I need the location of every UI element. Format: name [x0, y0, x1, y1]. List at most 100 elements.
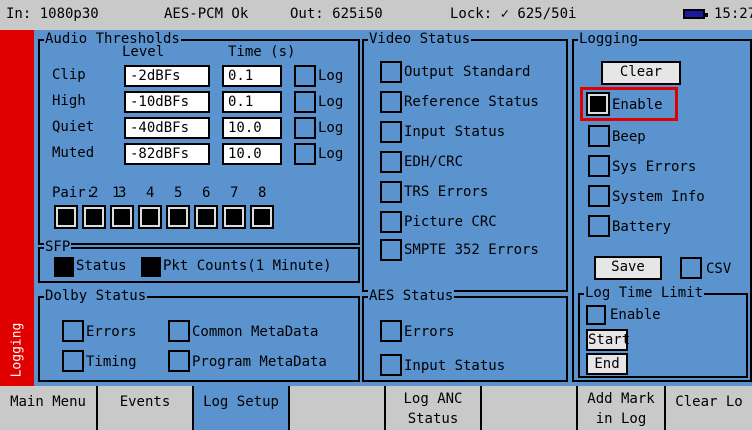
save-button[interactable]: Save — [594, 256, 662, 280]
video-status-group: Video Status Output Standard Reference St… — [362, 31, 568, 292]
softkey[interactable]: Log ANC Status — [386, 386, 482, 430]
start-button[interactable]: Start — [586, 329, 630, 351]
threshold-level-input[interactable]: -82dBFs — [124, 143, 210, 165]
pair-checkbox[interactable] — [138, 205, 162, 229]
threshold-label: Muted — [52, 145, 95, 161]
pair-checkbox[interactable] — [82, 205, 106, 229]
logging-enable-checkbox[interactable] — [586, 92, 610, 116]
aes-errors-checkbox[interactable] — [380, 320, 402, 342]
logging-sys-errors-checkbox[interactable] — [588, 155, 610, 177]
softkey[interactable] — [482, 386, 578, 430]
softkey[interactable]: Add Mark in Log — [578, 386, 666, 430]
softkey-bar: Main Menu Events Log Setup Log ANC Status Ad… — [0, 386, 752, 430]
pair-number: 7 — [230, 185, 239, 201]
softkey[interactable]: Events — [98, 386, 194, 430]
video-status-checkbox[interactable] — [380, 121, 402, 143]
logging-battery-checkbox[interactable] — [588, 215, 610, 237]
video-status-checkbox[interactable] — [380, 91, 402, 113]
pair-checkbox[interactable] — [110, 205, 134, 229]
time-header: Time (s) — [228, 44, 296, 60]
status-bar: In: 1080p30 AES-PCM Ok Out: 625i50 Lock:… — [0, 0, 752, 31]
log-time-limit-title: Log Time Limit — [584, 285, 705, 301]
logging-battery-label: Battery — [612, 219, 672, 235]
side-tab-label: Logging — [9, 322, 25, 378]
threshold-label: Quiet — [52, 119, 95, 135]
dolby-errors-checkbox[interactable] — [62, 320, 84, 342]
battery-icon — [683, 9, 708, 19]
clear-button[interactable]: Clear — [601, 61, 681, 85]
audio-status: AES-PCM Ok — [164, 6, 249, 22]
threshold-level-input[interactable]: -2dBFs — [124, 65, 210, 87]
threshold-log-label: Log — [318, 94, 344, 110]
dolby-timing-checkbox[interactable] — [62, 350, 84, 372]
softkey[interactable]: Main Menu — [0, 386, 98, 430]
threshold-label: High — [52, 93, 86, 109]
threshold-level-input[interactable]: -10dBFs — [124, 91, 210, 113]
softkey[interactable]: Log Setup — [194, 386, 290, 430]
dolby-program-metadata-checkbox[interactable] — [168, 350, 190, 372]
input-format: In: 1080p30 — [6, 6, 99, 22]
logging-group: Logging Clear Enable Beep Sys Errors Sys… — [572, 31, 752, 382]
main-panel: Audio Thresholds Level Time (s) Clip -2dB… — [34, 30, 752, 386]
video-status-checkbox[interactable] — [380, 211, 402, 233]
dolby-status-group: Dolby Status Errors Common MetaData Timi… — [38, 288, 360, 382]
threshold-log-checkbox[interactable] — [294, 117, 316, 139]
video-status-checkbox[interactable] — [380, 61, 402, 83]
csv-label: CSV — [706, 261, 732, 277]
video-status-checkbox[interactable] — [380, 151, 402, 173]
logging-system-info-checkbox[interactable] — [588, 185, 610, 207]
sfp-status-checkbox[interactable] — [54, 257, 74, 277]
aes-input-status-checkbox[interactable] — [380, 354, 402, 376]
threshold-log-label: Log — [318, 120, 344, 136]
dolby-common-metadata-label: Common MetaData — [192, 324, 319, 340]
softkey[interactable]: Clear Lo — [666, 386, 752, 430]
threshold-log-checkbox[interactable] — [294, 143, 316, 165]
threshold-log-checkbox[interactable] — [294, 65, 316, 87]
aes-status-title: AES Status — [368, 288, 455, 304]
threshold-log-checkbox[interactable] — [294, 91, 316, 113]
pair-number: 4 — [146, 185, 155, 201]
pair-checkbox[interactable] — [194, 205, 218, 229]
pair-checkbox[interactable] — [54, 205, 78, 229]
logging-beep-label: Beep — [612, 129, 646, 145]
dolby-program-metadata-label: Program MetaData — [192, 354, 327, 370]
video-status-label: Reference Status — [404, 94, 539, 110]
threshold-time-input[interactable]: 10.0 — [222, 143, 282, 165]
log-time-limit-group: Log Time Limit Enable Start End — [578, 285, 748, 378]
log-time-limit-enable-checkbox[interactable] — [586, 305, 606, 325]
pair-checkbox[interactable] — [222, 205, 246, 229]
aes-errors-label: Errors — [404, 324, 455, 340]
video-status-checkbox[interactable] — [380, 239, 402, 261]
aes-status-group: AES Status Errors Input Status — [362, 288, 568, 382]
pair-number: 6 — [202, 185, 211, 201]
threshold-level-input[interactable]: -40dBFs — [124, 117, 210, 139]
sfp-pkt-checkbox[interactable] — [141, 257, 161, 277]
log-time-limit-enable-label: Enable — [610, 307, 661, 323]
clock: 15:27 — [714, 6, 752, 22]
logging-title: Logging — [578, 31, 640, 47]
end-button[interactable]: End — [586, 353, 628, 375]
logging-sys-errors-label: Sys Errors — [612, 159, 697, 175]
video-status-checkbox[interactable] — [380, 181, 402, 203]
threshold-time-input[interactable]: 0.1 — [222, 91, 282, 113]
video-status-label: Output Standard — [404, 64, 531, 80]
side-tab[interactable]: Logging — [0, 30, 34, 386]
dolby-status-title: Dolby Status — [44, 288, 148, 304]
video-status-label: Picture CRC — [404, 214, 497, 230]
softkey[interactable] — [290, 386, 386, 430]
pair-checkbox[interactable] — [250, 205, 274, 229]
video-status-label: EDH/CRC — [404, 154, 464, 170]
logging-enable-label: Enable — [612, 97, 663, 113]
logging-beep-checkbox[interactable] — [588, 125, 610, 147]
csv-checkbox[interactable] — [680, 257, 702, 279]
video-status-label: SMPTE 352 Errors — [404, 242, 539, 258]
pair-checkbox[interactable] — [166, 205, 190, 229]
threshold-log-label: Log — [318, 68, 344, 84]
pair-number: 8 — [258, 185, 267, 201]
dolby-common-metadata-checkbox[interactable] — [168, 320, 190, 342]
threshold-time-input[interactable]: 10.0 — [222, 117, 282, 139]
pair-label: Pair: — [52, 185, 95, 201]
threshold-time-input[interactable]: 0.1 — [222, 65, 282, 87]
pair-number: 2 — [90, 185, 99, 201]
sfp-status-label: Status — [76, 258, 127, 274]
